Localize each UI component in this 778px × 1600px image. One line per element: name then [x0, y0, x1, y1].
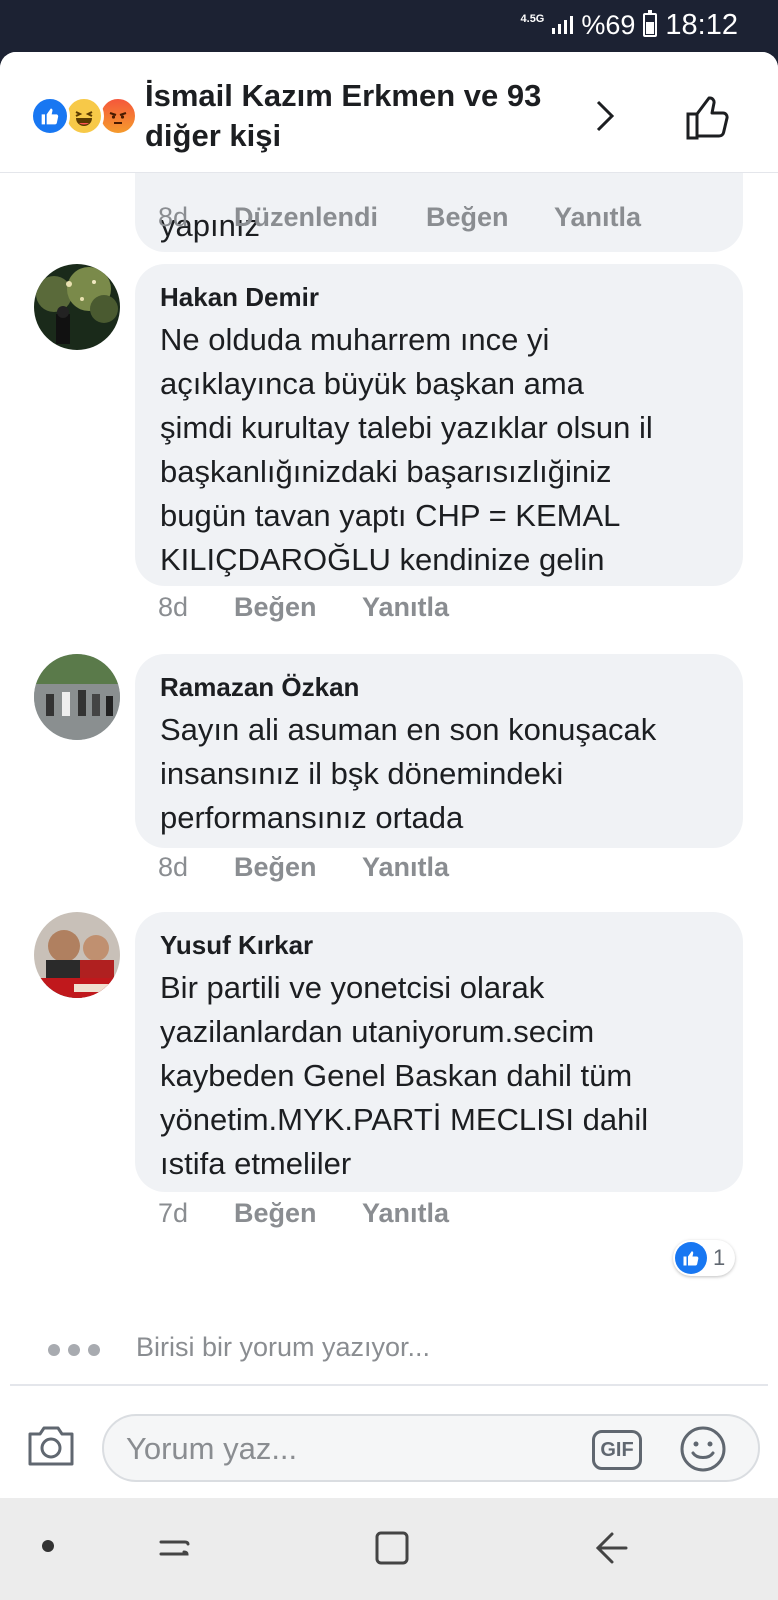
- like-post-button[interactable]: [684, 92, 734, 142]
- home-button[interactable]: [372, 1528, 412, 1568]
- reactors-title[interactable]: İsmail Kazım Erkmen ve 93 diğer kişi: [145, 76, 585, 156]
- status-bar: 4.5G %69 18:12: [0, 0, 778, 50]
- comment-author[interactable]: Yusuf Kırkar: [160, 930, 313, 961]
- comment-time: 8d: [158, 592, 189, 622]
- like-icon: [30, 96, 70, 136]
- like-icon: [675, 1242, 707, 1274]
- comment-time: 8d: [158, 202, 189, 232]
- home-icon: [375, 1531, 409, 1565]
- recents-icon: [159, 1540, 190, 1556]
- comment-time: 8d: [158, 852, 189, 882]
- comment-text: Sayın ali asuman en son konuşacak insans…: [160, 712, 657, 835]
- nav-indicator-dot: [42, 1540, 54, 1552]
- chevron-right-icon[interactable]: [590, 96, 620, 136]
- network-type: 4.5G: [520, 12, 545, 25]
- comment-time: 7d: [158, 1198, 189, 1228]
- camera-button[interactable]: [26, 1422, 76, 1468]
- comments-panel: İsmail Kazım Erkmen ve 93 diğer kişi yap…: [0, 52, 778, 1498]
- edited-label[interactable]: Düzenlendi: [234, 202, 378, 233]
- system-nav-bar: [0, 1498, 778, 1600]
- avatar[interactable]: [34, 654, 120, 740]
- signal-icon: [552, 16, 574, 34]
- recents-button[interactable]: [155, 1528, 195, 1568]
- like-count: 1: [713, 1245, 726, 1270]
- avatar[interactable]: [34, 264, 120, 350]
- gif-button[interactable]: GIF: [592, 1430, 642, 1470]
- reply-button[interactable]: Yanıtla: [362, 592, 449, 623]
- smiley-icon: [680, 1426, 726, 1472]
- comment-author[interactable]: Ramazan Özkan: [160, 672, 359, 703]
- emoji-button[interactable]: [678, 1424, 728, 1474]
- angry-icon: [98, 96, 138, 136]
- back-arrow-icon: [595, 1532, 628, 1564]
- typing-text: Birisi bir yorum yazıyor...: [136, 1332, 431, 1362]
- status-icons: 4.5G %69 18:12: [521, 8, 738, 42]
- like-button[interactable]: Beğen: [426, 202, 509, 233]
- typing-dots-icon: [48, 1344, 100, 1356]
- comment-like-count[interactable]: 1: [673, 1240, 735, 1276]
- thumbs-up-outline-icon: [686, 96, 729, 140]
- haha-icon: [64, 96, 104, 136]
- comment-bubble[interactable]: Yusuf Kırkar Bir partili ve yonetcisi ol…: [135, 912, 743, 1192]
- reply-button[interactable]: Yanıtla: [362, 852, 449, 883]
- comment-input[interactable]: [126, 1426, 576, 1472]
- comment-text: Bir partili ve yonetcisi olarak yazilanl…: [160, 970, 649, 1181]
- camera-icon: [28, 1426, 74, 1466]
- like-button[interactable]: Beğen: [234, 852, 317, 883]
- comment-composer: GIF: [0, 1392, 778, 1498]
- reaction-summary[interactable]: [30, 96, 138, 136]
- comment-bubble[interactable]: Hakan Demir Ne olduda muharrem ınce yi a…: [135, 264, 743, 586]
- divider: [10, 1384, 768, 1386]
- comment-text: Ne olduda muharrem ınce yi açıklayınca b…: [160, 322, 653, 577]
- reactions-header: İsmail Kazım Erkmen ve 93 diğer kişi: [0, 52, 778, 173]
- battery-percent: %69: [581, 9, 636, 40]
- battery-icon: [643, 10, 658, 37]
- clock: 18:12: [665, 8, 738, 41]
- avatar[interactable]: [34, 912, 120, 998]
- back-button[interactable]: [592, 1528, 632, 1568]
- reply-button[interactable]: Yanıtla: [554, 202, 641, 233]
- comment-input-box[interactable]: GIF: [102, 1414, 760, 1482]
- typing-indicator: Birisi bir yorum yazıyor...: [48, 1330, 430, 1370]
- comment-author[interactable]: Hakan Demir: [160, 282, 319, 313]
- like-button[interactable]: Beğen: [234, 592, 317, 623]
- like-button[interactable]: Beğen: [234, 1198, 317, 1229]
- comment-bubble[interactable]: Ramazan Özkan Sayın ali asuman en son ko…: [135, 654, 743, 848]
- reply-button[interactable]: Yanıtla: [362, 1198, 449, 1229]
